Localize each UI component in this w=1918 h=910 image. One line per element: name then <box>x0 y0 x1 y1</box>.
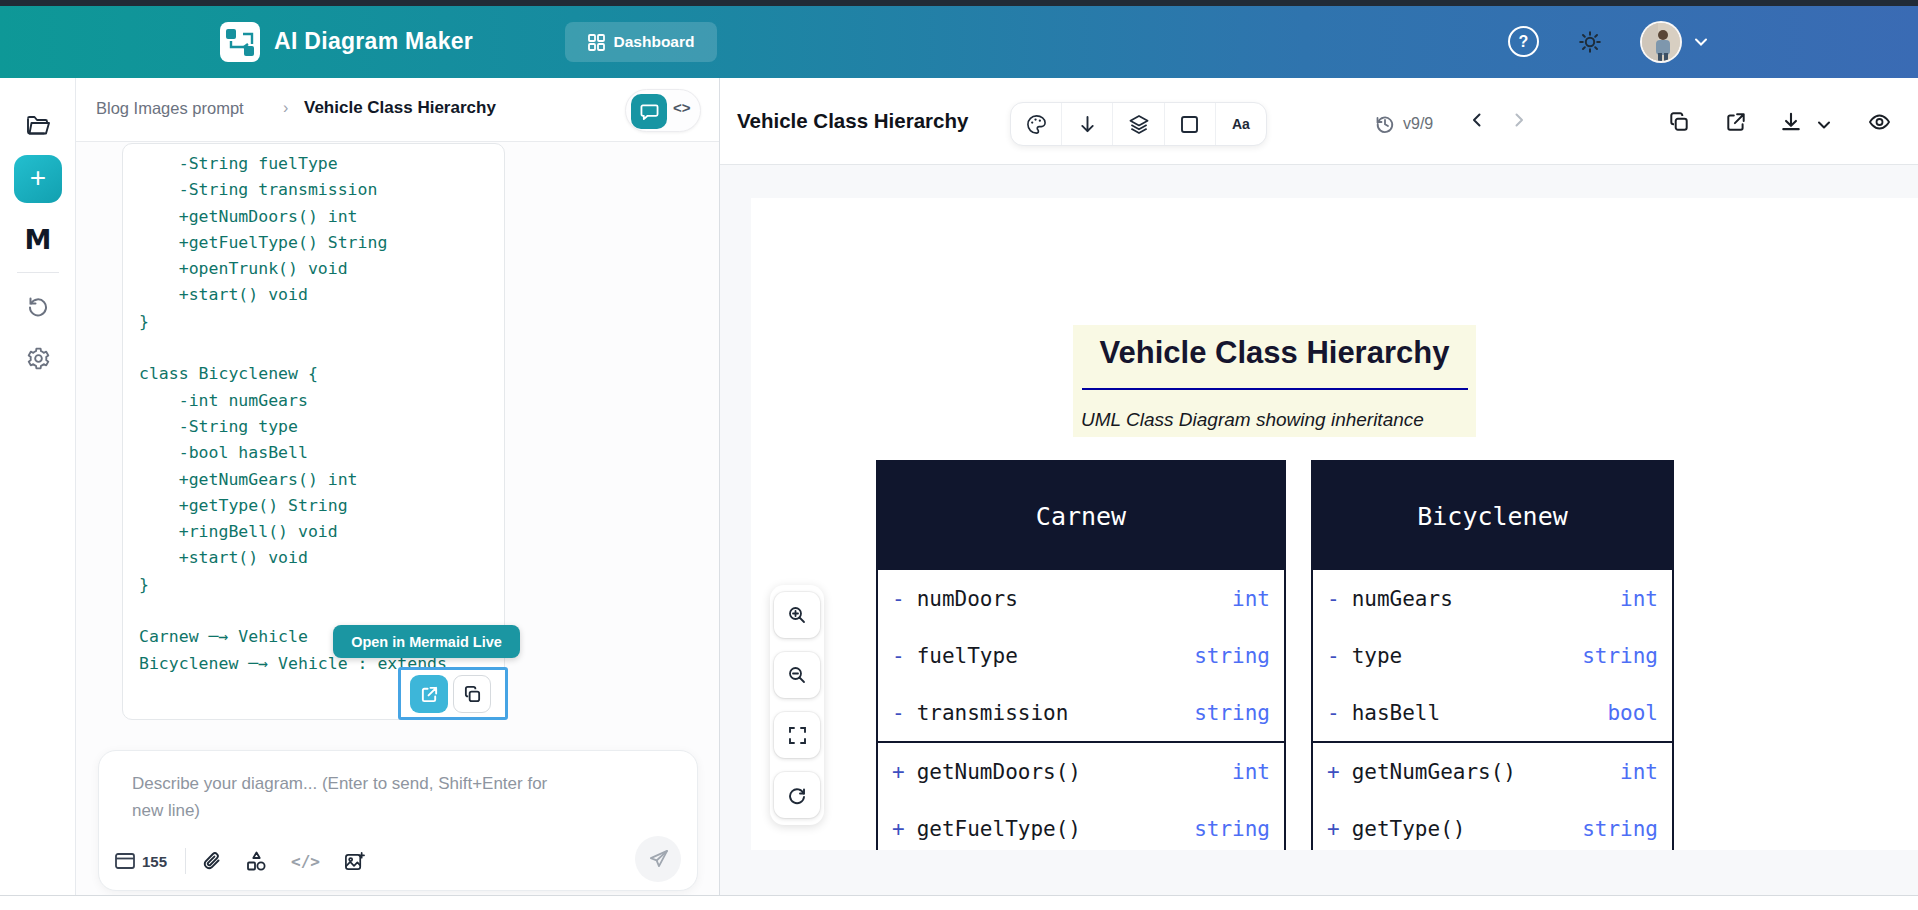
theme-palette-button[interactable] <box>1011 103 1062 145</box>
diagram-title-block: Vehicle Class Hierarchy UML Class Diagra… <box>1073 325 1476 437</box>
diagram-panel: Vehicle Class Hierarchy <box>720 78 1918 895</box>
new-diagram-button[interactable]: + <box>14 155 62 203</box>
breadcrumb-separator: › <box>283 99 288 117</box>
send-button[interactable] <box>635 836 681 882</box>
user-avatar[interactable] <box>1640 21 1682 63</box>
class-member-row: +getNumDoors()int <box>878 743 1284 800</box>
app-title: AI Diagram Maker <box>274 28 473 55</box>
class-member-row: -typestring <box>1313 627 1672 684</box>
code-insert-icon[interactable]: </> <box>291 852 320 871</box>
uml-class-box: Bicyclenew-numGearsint-typestring-hasBel… <box>1311 460 1674 850</box>
sidebar-divider <box>17 272 59 273</box>
history-clock-icon[interactable] <box>1375 114 1395 134</box>
uml-class-name: Bicyclenew <box>1313 462 1672 570</box>
zoom-controls <box>770 585 824 825</box>
view-toggle-group: <> <box>625 89 701 132</box>
version-next-button[interactable] <box>1510 111 1528 129</box>
chat-input-card: Describe your diagram... (Enter to send,… <box>98 750 698 891</box>
history-undo-icon[interactable] <box>0 293 76 317</box>
diagram-title-underline <box>1082 388 1468 390</box>
left-icon-sidebar: + M <box>0 78 76 895</box>
class-member-row: -transmissionstring <box>878 684 1284 741</box>
diagram-toolbar: Vehicle Class Hierarchy <box>720 78 1918 165</box>
dashboard-button[interactable]: Dashboard <box>565 22 717 62</box>
chat-view-button[interactable] <box>631 94 667 129</box>
diagram-title: Vehicle Class Hierarchy <box>1073 325 1476 371</box>
layers-button[interactable] <box>1113 103 1164 145</box>
credits-count: 155 <box>142 853 167 870</box>
class-member-row: -fuelTypestring <box>878 627 1284 684</box>
reset-refresh-button[interactable] <box>774 772 820 818</box>
copy-code-button[interactable] <box>453 675 491 713</box>
diagram-sheet: Vehicle Class Hierarchy UML Class Diagra… <box>751 198 1918 850</box>
help-button[interactable]: ? <box>1508 26 1539 57</box>
breadcrumb-row: Blog Images prompt › Vehicle Class Hiera… <box>76 78 719 142</box>
image-add-icon[interactable] <box>344 851 365 872</box>
open-external-button[interactable] <box>410 675 448 713</box>
diagram-subtitle: UML Class Diagram showing inheritance <box>1081 409 1476 431</box>
mermaid-live-tooltip: Open in Mermaid Live <box>333 625 520 658</box>
mermaid-logo-icon[interactable]: M <box>0 226 76 253</box>
avatar-chevron-down-icon[interactable] <box>1693 34 1709 50</box>
version-prev-button[interactable] <box>1468 111 1486 129</box>
version-control: v9/9 <box>1375 102 1433 146</box>
dashboard-label: Dashboard <box>614 33 695 51</box>
dashboard-grid-icon <box>588 34 605 51</box>
chat-input[interactable]: Describe your diagram... (Enter to send,… <box>132 770 580 824</box>
style-tool-group: Aa <box>1010 102 1267 146</box>
uml-class-box: Carnew-numDoorsint-fuelTypestring-transm… <box>876 460 1286 850</box>
class-member-row: +getFuelType()string <box>878 800 1284 850</box>
uml-class-name: Carnew <box>878 462 1284 570</box>
settings-gear-icon[interactable] <box>0 346 76 371</box>
breadcrumb-parent[interactable]: Blog Images prompt <box>96 99 244 118</box>
class-member-row: -numGearsint <box>1313 570 1672 627</box>
folder-open-icon[interactable] <box>0 114 76 136</box>
shape-frame-button[interactable] <box>1165 103 1216 145</box>
code-view-button[interactable]: <> <box>673 99 691 116</box>
class-member-row: -hasBellbool <box>1313 684 1672 741</box>
fit-view-button[interactable] <box>774 712 820 758</box>
code-block[interactable]: -String fuelType -String transmission +g… <box>123 144 504 677</box>
shapes-icon[interactable] <box>246 851 267 872</box>
app-window: AI Diagram Maker Dashboard ? <box>0 0 1918 910</box>
diagram-title-heading: Vehicle Class Hierarchy <box>737 109 968 133</box>
class-member-row: +getNumGears()int <box>1313 743 1672 800</box>
breadcrumb-current: Vehicle Class Hierarchy <box>304 98 496 118</box>
toolbar-divider <box>185 848 186 874</box>
attachment-icon[interactable] <box>202 851 222 872</box>
app-header: AI Diagram Maker Dashboard ? <box>0 6 1918 78</box>
zoom-in-button[interactable] <box>774 592 820 638</box>
diagram-canvas[interactable]: Vehicle Class Hierarchy UML Class Diagra… <box>720 165 1918 895</box>
bottom-edge <box>0 895 1918 910</box>
credits-icon <box>115 853 135 869</box>
version-label: v9/9 <box>1403 115 1433 133</box>
zoom-out-button[interactable] <box>774 652 820 698</box>
font-button[interactable]: Aa <box>1216 103 1266 145</box>
chat-toolbar: 155 </> <box>115 847 389 875</box>
app-logo-icon <box>218 20 262 64</box>
chat-panel: Blog Images prompt › Vehicle Class Hiera… <box>76 78 719 895</box>
class-member-row: -numDoorsint <box>878 570 1284 627</box>
class-member-row: +getType()string <box>1313 800 1672 850</box>
theme-toggle-icon[interactable] <box>1578 30 1602 54</box>
direction-arrow-button[interactable] <box>1062 103 1113 145</box>
